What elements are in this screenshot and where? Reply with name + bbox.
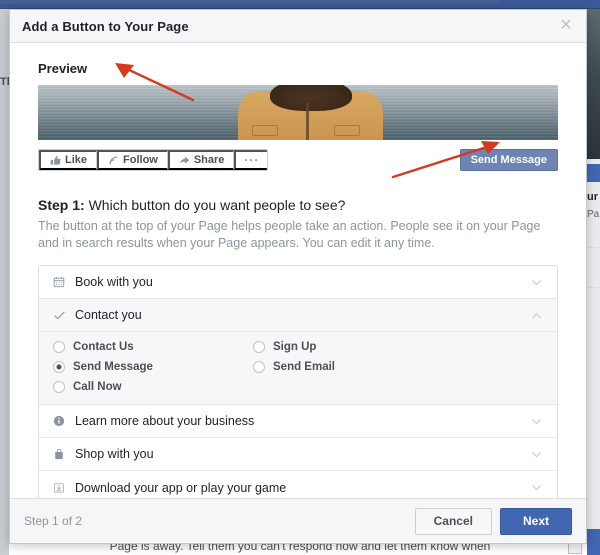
background-right-label: ur (587, 191, 598, 203)
dialog-header: Add a Button to Your Page ✕ (10, 10, 586, 43)
contact-options-panel: Contact Us Send Message Call Now Sign Up (39, 332, 557, 405)
more-options-button[interactable]: ··· (234, 150, 267, 170)
close-icon[interactable]: ✕ (556, 16, 576, 36)
rss-follow-icon (108, 155, 119, 166)
step-counter: Step 1 of 2 (24, 514, 415, 528)
contact-options-left-column: Contact Us Send Message Call Now (53, 341, 253, 393)
step-section: Step 1: Which button do you want people … (38, 197, 558, 252)
dialog-footer: Step 1 of 2 Cancel Next (10, 498, 586, 543)
step-description: The button at the top of your Page helps… (38, 218, 558, 252)
option-label: Send Email (273, 361, 335, 373)
chevron-down-icon[interactable] (530, 448, 543, 461)
page-social-buttons: Like Follow (38, 149, 268, 171)
chevron-down-icon[interactable] (530, 276, 543, 289)
option-label: Contact Us (73, 341, 134, 353)
accordion-label: Learn more about your business (75, 414, 530, 428)
navbar-highlight (0, 0, 500, 4)
background-right-column: ur Pa (587, 9, 600, 555)
radio-icon[interactable] (53, 381, 65, 393)
accordion-row-learn-more[interactable]: Learn more about your business (39, 405, 557, 438)
thumbs-up-icon (50, 155, 61, 166)
coat-zipper (306, 103, 309, 140)
step-question: Which button do you want people to see? (89, 197, 346, 213)
accordion-row-book-with-you[interactable]: Book with you (39, 266, 557, 299)
step-title: Step 1: Which button do you want people … (38, 197, 558, 213)
share-button-label: Share (194, 154, 225, 166)
option-send-message[interactable]: Send Message (53, 361, 253, 373)
share-button[interactable]: Share (168, 150, 235, 170)
background-blue-button (587, 164, 600, 182)
facebook-top-navbar (0, 0, 600, 9)
dialog-body: Preview Like (10, 43, 586, 498)
share-arrow-icon (179, 155, 190, 166)
option-label: Call Now (73, 381, 122, 393)
background-right-sublabel: Pa (587, 209, 599, 220)
check-icon (53, 309, 70, 322)
background-divider-2 (587, 287, 600, 288)
page-action-button-row: Like Follow (38, 149, 558, 171)
option-label: Send Message (73, 361, 153, 373)
coat-pocket-right (334, 125, 360, 136)
follow-button[interactable]: Follow (97, 150, 168, 170)
button-category-accordion: Book with you Contact you (38, 265, 558, 498)
accordion-row-shop-with-you[interactable]: Shop with you (39, 438, 557, 471)
calendar-icon (53, 276, 70, 288)
radio-icon-selected[interactable] (53, 361, 65, 373)
option-label: Sign Up (273, 341, 316, 353)
person-hair (270, 85, 352, 111)
chevron-up-icon[interactable] (530, 309, 543, 322)
send-message-cta-button[interactable]: Send Message (460, 149, 558, 171)
radio-icon[interactable] (253, 341, 265, 353)
option-sign-up[interactable]: Sign Up (253, 341, 335, 353)
download-icon (53, 482, 70, 494)
follow-button-label: Follow (123, 154, 158, 166)
info-circle-icon (53, 415, 70, 427)
accordion-label: Contact you (75, 308, 530, 322)
add-button-dialog: Add a Button to Your Page ✕ Preview (9, 9, 587, 544)
contact-options-right-column: Sign Up Send Email (253, 341, 335, 393)
accordion-label: Book with you (75, 275, 530, 289)
background-cover-photo (587, 9, 600, 159)
page-cover-photo (38, 85, 558, 140)
dialog-title: Add a Button to Your Page (22, 19, 189, 34)
chevron-down-icon[interactable] (530, 415, 543, 428)
accordion-label: Shop with you (75, 447, 530, 461)
preview-label: Preview (38, 61, 558, 76)
radio-icon[interactable] (253, 361, 265, 373)
radio-icon[interactable] (53, 341, 65, 353)
like-button-label: Like (65, 154, 87, 166)
chevron-down-icon[interactable] (530, 481, 543, 494)
accordion-label: Download your app or play your game (75, 481, 530, 495)
option-call-now[interactable]: Call Now (53, 381, 253, 393)
background-divider-1 (587, 247, 600, 248)
accordion-row-contact-you[interactable]: Contact you (39, 299, 557, 332)
coat-pocket-left (252, 125, 278, 136)
cancel-button[interactable]: Cancel (415, 508, 492, 535)
like-button[interactable]: Like (39, 150, 97, 170)
option-send-email[interactable]: Send Email (253, 361, 335, 373)
step-prefix: Step 1: (38, 197, 85, 213)
shopping-bag-icon (53, 448, 70, 460)
option-contact-us[interactable]: Contact Us (53, 341, 253, 353)
accordion-row-download-app[interactable]: Download your app or play your game (39, 471, 557, 498)
next-button[interactable]: Next (500, 508, 572, 535)
